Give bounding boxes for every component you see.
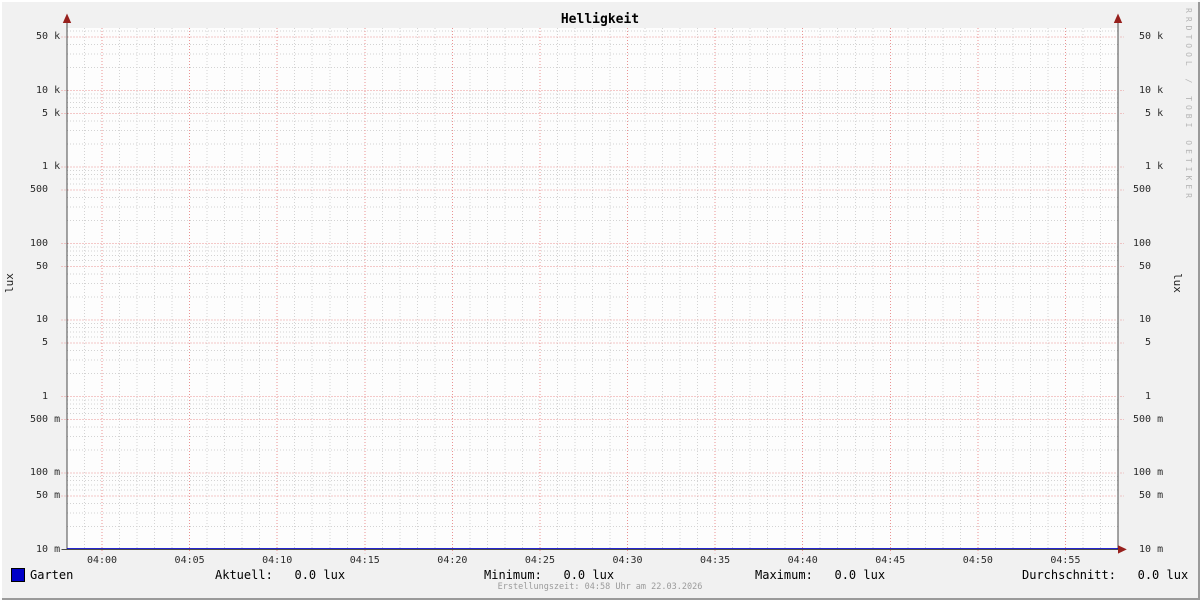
x-tick-label: 04:55 bbox=[1050, 555, 1081, 566]
y-tick-label-left: 500 bbox=[30, 184, 49, 196]
y-tick-label-left: 10 bbox=[30, 314, 49, 325]
y-tick-label-right: 5 bbox=[1133, 337, 1152, 349]
legend-stat-aktuell: Aktuell: 0.0 lux bbox=[215, 568, 346, 582]
y-tick-label-left: 10 k bbox=[30, 84, 61, 96]
x-tick-label: 04:50 bbox=[962, 555, 993, 566]
y-axis-label-left: lux bbox=[3, 273, 16, 293]
chart-title: Helligkeit bbox=[560, 12, 640, 27]
legend-stat-minimum: Minimum: 0.0 lux bbox=[484, 568, 615, 582]
x-tick-label: 04:35 bbox=[700, 555, 731, 566]
y-tick-label-left: 100 bbox=[30, 237, 49, 249]
y-tick-label-right: 10 k bbox=[1133, 84, 1164, 96]
creation-timestamp: Erstellungszeit: 04:58 Uhr am 22.03.2026 bbox=[497, 582, 703, 592]
y-tick-label-right: 50 bbox=[1133, 260, 1152, 272]
y-tick-label-right: 10 bbox=[1133, 314, 1152, 325]
y-tick-label-right: 1 bbox=[1133, 390, 1152, 402]
rrdtool-graph: Helligkeit lux lux RRDTOOL / TOBI OETIKE… bbox=[0, 0, 1200, 600]
legend-stat-maximum: Maximum: 0.0 lux bbox=[755, 568, 886, 582]
x-tick-label: 04:40 bbox=[787, 555, 818, 566]
y-tick-label-right: 50 m bbox=[1133, 490, 1164, 502]
x-tick-label: 04:05 bbox=[174, 555, 205, 566]
y-tick-label-right: 100 m bbox=[1133, 467, 1164, 478]
x-tick-label: 04:25 bbox=[524, 555, 555, 566]
x-axis-arrow-icon bbox=[1118, 545, 1127, 554]
y-tick-label-right: 100 bbox=[1133, 237, 1152, 249]
x-tick-label: 04:20 bbox=[437, 555, 468, 566]
x-tick-label: 04:30 bbox=[612, 555, 643, 566]
y-tick-label-left: 5 k bbox=[30, 107, 61, 119]
legend-stat-durchschnitt: Durchschnitt: 0.0 lux bbox=[1022, 568, 1189, 582]
x-tick-label: 04:10 bbox=[262, 555, 293, 566]
y-tick-label-left: 50 bbox=[30, 260, 49, 272]
y-tick-label-left: 1 bbox=[30, 390, 49, 402]
x-tick-label: 04:15 bbox=[349, 555, 380, 566]
y-tick-label-left: 50 k bbox=[30, 31, 61, 43]
x-tick-label: 04:45 bbox=[875, 555, 906, 566]
y-tick-label-left: 10 m bbox=[30, 543, 61, 555]
y-tick-label-left: 50 m bbox=[30, 490, 61, 502]
y-axis-label-right: lux bbox=[1171, 273, 1184, 293]
legend-color-swatch bbox=[11, 568, 25, 582]
x-tick-label: 04:00 bbox=[86, 555, 118, 566]
y-tick-label-right: 5 k bbox=[1133, 107, 1164, 119]
y-tick-label-left: 5 bbox=[30, 337, 49, 349]
y-tick-label-right: 500 m bbox=[1133, 413, 1164, 425]
legend-series-name: Garten bbox=[30, 568, 74, 582]
y-tick-label-right: 1 k bbox=[1133, 161, 1164, 172]
y-tick-label-left: 1 k bbox=[30, 161, 61, 172]
y-tick-label-left: 500 m bbox=[30, 413, 61, 425]
chart-plot-area bbox=[61, 13, 1127, 554]
rrdtool-watermark: RRDTOOL / TOBI OETIKER bbox=[1184, 8, 1193, 202]
y-tick-label-right: 500 bbox=[1133, 184, 1152, 196]
y-tick-label-right: 50 k bbox=[1133, 31, 1164, 43]
y-tick-label-left: 100 m bbox=[30, 467, 61, 478]
y-tick-label-right: 10 m bbox=[1133, 543, 1164, 555]
